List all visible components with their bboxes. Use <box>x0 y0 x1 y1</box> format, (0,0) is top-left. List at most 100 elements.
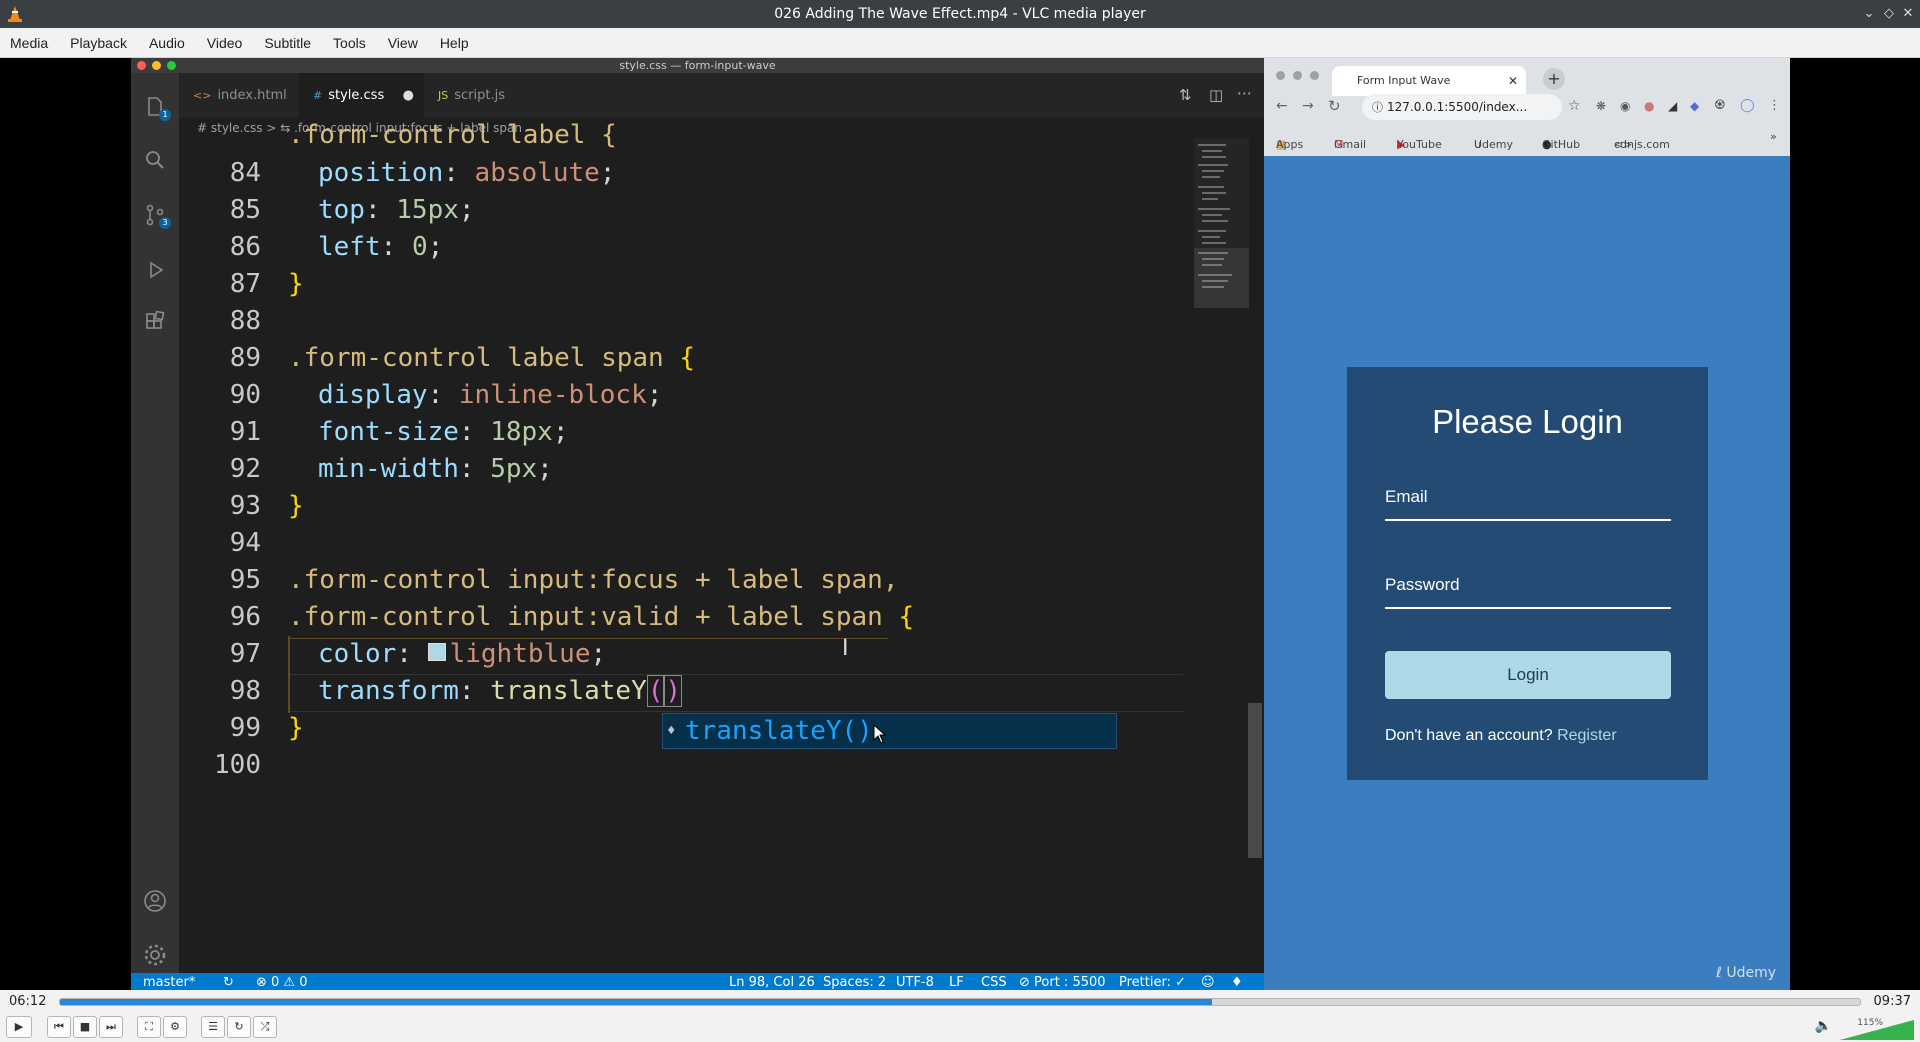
explorer-icon[interactable]: 1 <box>143 95 171 121</box>
seek-bar[interactable] <box>59 998 1861 1006</box>
tab-style-css[interactable]: # style.css ● <box>299 73 424 118</box>
tab-script-js[interactable]: JS script.js <box>424 73 544 118</box>
open-changes-icon[interactable]: ⇅ <box>1179 86 1192 104</box>
run-debug-icon[interactable] <box>143 258 167 282</box>
new-tab-icon[interactable]: + <box>1543 68 1565 90</box>
menu-playback[interactable]: Playback <box>70 35 127 51</box>
udemy-logo-icon: ℓ <box>1716 965 1722 981</box>
line-number: 87 <box>229 269 261 299</box>
indentation[interactable]: Spaces: 2 <box>823 973 886 990</box>
code-line: top: 15px; <box>318 195 475 225</box>
vertical-scrollbar[interactable] <box>1248 703 1262 858</box>
shuffle-button[interactable]: ⤮ <box>253 1016 277 1038</box>
address-bar[interactable]: ⓘ 127.0.0.1:5500/index... <box>1362 94 1562 120</box>
color-swatch-icon[interactable] <box>427 643 446 661</box>
more-actions-icon[interactable]: ⋯ <box>1237 84 1252 102</box>
password-field[interactable]: Password <box>1385 575 1671 609</box>
browser-tab-title: Form Input Wave <box>1357 74 1451 87</box>
encoding[interactable]: UTF-8 <box>896 973 934 990</box>
line-number: 86 <box>229 232 261 262</box>
account-icon[interactable] <box>143 889 167 913</box>
reload-icon[interactable]: ↻ <box>1328 97 1341 115</box>
code-line: .form-control input:focus + label span, <box>288 565 899 595</box>
language-mode[interactable]: CSS <box>981 973 1007 990</box>
extensions-icon[interactable] <box>143 310 167 335</box>
previous-button[interactable]: ⏮ <box>47 1016 71 1038</box>
menu-video[interactable]: Video <box>207 35 243 51</box>
speaker-icon[interactable]: 🔈 <box>1815 1018 1832 1034</box>
source-control-icon[interactable]: 3 <box>143 203 171 229</box>
prettier-status[interactable]: Prettier: ✓ <box>1119 973 1186 990</box>
fullscreen-button[interactable]: ⛶ <box>137 1016 161 1038</box>
login-button[interactable]: Login <box>1385 651 1671 699</box>
line-number: 97 <box>229 639 261 669</box>
explorer-badge: 1 <box>159 109 171 121</box>
feedback-icon[interactable]: ☺ <box>1201 973 1215 990</box>
autocomplete-suggestion[interactable]: ♦ translateY() <box>662 713 1117 749</box>
menu-tools[interactable]: Tools <box>333 35 366 51</box>
mac-minimize-icon <box>152 61 161 70</box>
seek-progress <box>60 999 1212 1005</box>
close-icon[interactable]: ✕ <box>1898 4 1918 24</box>
line-number: 98 <box>229 676 261 706</box>
menu-help[interactable]: Help <box>440 35 469 51</box>
play-button[interactable]: ▶ <box>6 1016 32 1038</box>
scm-badge: 3 <box>159 217 171 229</box>
loop-button[interactable]: ↻ <box>227 1016 251 1038</box>
extension-icon[interactable]: ◢ <box>1668 99 1677 113</box>
line-number: 92 <box>229 454 261 484</box>
video-area[interactable]: style.css — form-input-wave 1 3 <> index… <box>0 58 1920 990</box>
forward-arrow-icon[interactable]: → <box>1302 98 1314 114</box>
browser-tab[interactable]: Form Input Wave ✕ <box>1332 66 1526 96</box>
more-bookmarks-icon[interactable]: » <box>1770 130 1777 143</box>
settings-gear-icon[interactable] <box>143 943 167 967</box>
extension-icon[interactable]: ❋ <box>1596 99 1606 113</box>
stop-button[interactable]: ■ <box>73 1016 97 1038</box>
register-link[interactable]: Register <box>1557 727 1617 744</box>
extended-settings-button[interactable]: ⚙ <box>163 1016 187 1038</box>
problems-count[interactable]: ⊗ 0 ⚠ 0 <box>256 973 308 990</box>
text-cursor-icon: I <box>842 636 849 661</box>
maximize-icon[interactable]: ◇ <box>1879 4 1899 24</box>
editor-tabs: <> index.html # style.css ● JS script.js ⇅ … <box>179 73 1264 118</box>
minimap[interactable] <box>1194 138 1249 308</box>
html-file-icon: <> <box>193 89 212 102</box>
line-number: 94 <box>229 528 261 558</box>
code-line: .form-control input:valid + label span { <box>288 602 915 632</box>
mac-zoom-icon <box>1310 71 1319 80</box>
extension-icon[interactable]: ◉ <box>1620 99 1630 113</box>
split-editor-icon[interactable]: ◫ <box>1209 86 1223 104</box>
volume-slider[interactable] <box>1840 1020 1914 1040</box>
extension-icon[interactable]: ◆ <box>1690 99 1699 113</box>
end-of-line[interactable]: LF <box>949 973 964 990</box>
code-line: min-width: 5px; <box>318 454 553 484</box>
profile-icon[interactable]: ◯ <box>1740 98 1755 113</box>
notifications-bell-icon[interactable]: ♦ <box>1231 973 1243 990</box>
live-server-port[interactable]: ⊘ Port : 5500 <box>1019 973 1106 990</box>
unsaved-dot-icon[interactable]: ● <box>403 73 414 118</box>
back-arrow-icon[interactable]: ← <box>1276 98 1288 114</box>
tab-close-icon[interactable]: ✕ <box>1508 66 1518 96</box>
code-editor[interactable]: .form-control label { 84 position: absol… <box>179 120 1184 958</box>
minimize-icon[interactable]: ⌄ <box>1859 4 1879 24</box>
playlist-button[interactable]: ☰ <box>201 1016 225 1038</box>
browser-menu-icon[interactable]: ⋮ <box>1768 98 1781 113</box>
email-field[interactable]: Email <box>1385 487 1671 521</box>
menu-subtitle[interactable]: Subtitle <box>264 35 311 51</box>
extension-icon[interactable]: ● <box>1644 99 1654 113</box>
menu-audio[interactable]: Audio <box>149 35 185 51</box>
cursor-position[interactable]: Ln 98, Col 26 <box>729 973 815 990</box>
next-button[interactable]: ⏭ <box>99 1016 123 1038</box>
extensions-puzzle-icon[interactable]: ♼ <box>1714 98 1726 113</box>
vscode-title-text: style.css — form-input-wave <box>619 59 776 72</box>
sync-icon[interactable]: ↻ <box>223 973 234 990</box>
search-icon[interactable] <box>143 148 167 172</box>
line-number: 96 <box>229 602 261 632</box>
tab-index-html[interactable]: <> index.html <box>179 73 299 118</box>
menu-media[interactable]: Media <box>10 35 48 51</box>
git-branch[interactable]: master* <box>143 973 195 990</box>
menu-view[interactable]: View <box>388 35 418 51</box>
line-number: 90 <box>229 380 261 410</box>
password-label: Password <box>1385 575 1460 594</box>
bookmark-star-icon[interactable]: ☆ <box>1568 98 1581 114</box>
